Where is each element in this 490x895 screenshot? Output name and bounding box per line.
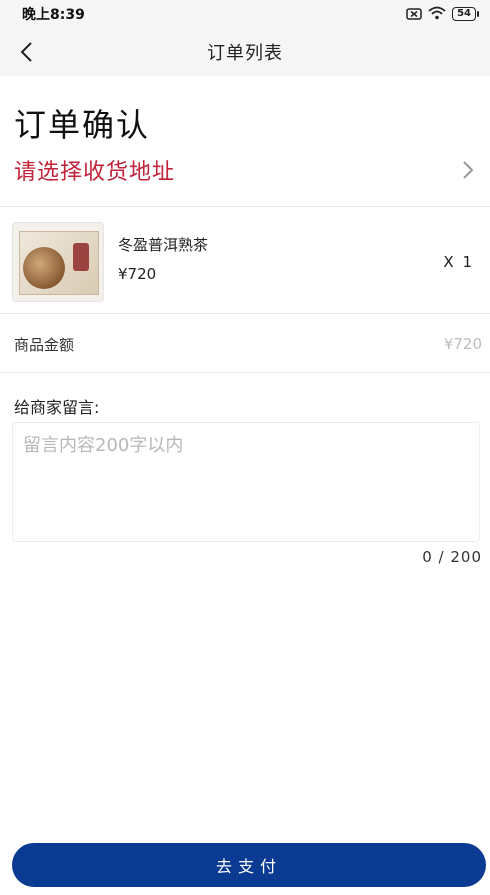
- page-title: 订单确认: [14, 106, 151, 144]
- product-info: 冬盈普洱熟茶 ¥720: [118, 234, 443, 283]
- divider: [0, 313, 490, 314]
- address-prompt: 请选择收货地址: [14, 160, 176, 185]
- status-bar: 晚上8:39 54: [0, 0, 490, 28]
- nav-bar: 订单列表: [0, 28, 490, 76]
- amount-value: ¥720: [443, 335, 482, 353]
- amount-label: 商品金额: [14, 335, 75, 354]
- product-name: 冬盈普洱熟茶: [118, 235, 209, 254]
- product-quantity: X 1: [443, 253, 474, 271]
- divider: [0, 206, 490, 207]
- sim-off-icon: [406, 5, 422, 24]
- chevron-right-icon: [458, 160, 478, 180]
- message-label: 给商家留言:: [14, 398, 100, 417]
- status-icons: 54: [406, 5, 479, 24]
- status-time: 晚上8:39: [22, 7, 85, 23]
- divider: [0, 372, 490, 373]
- product-thumbnail: [12, 222, 104, 302]
- amount-row: 商品金额 ¥720: [0, 322, 490, 366]
- message-input[interactable]: [12, 422, 480, 542]
- chevron-left-icon: [20, 42, 32, 62]
- battery-icon: 54: [452, 7, 479, 21]
- select-address-row[interactable]: 请选择收货地址: [0, 146, 490, 194]
- char-count: 0 / 200: [422, 548, 482, 566]
- nav-title: 订单列表: [207, 43, 283, 64]
- pay-button[interactable]: 去支付: [12, 843, 486, 887]
- product-row: 冬盈普洱熟茶 ¥720 X 1: [0, 214, 490, 310]
- product-label-image: [73, 243, 89, 271]
- tea-cake-image: [23, 247, 65, 289]
- wifi-icon: [428, 5, 446, 24]
- product-price: ¥720: [118, 264, 157, 283]
- back-button[interactable]: [12, 38, 40, 66]
